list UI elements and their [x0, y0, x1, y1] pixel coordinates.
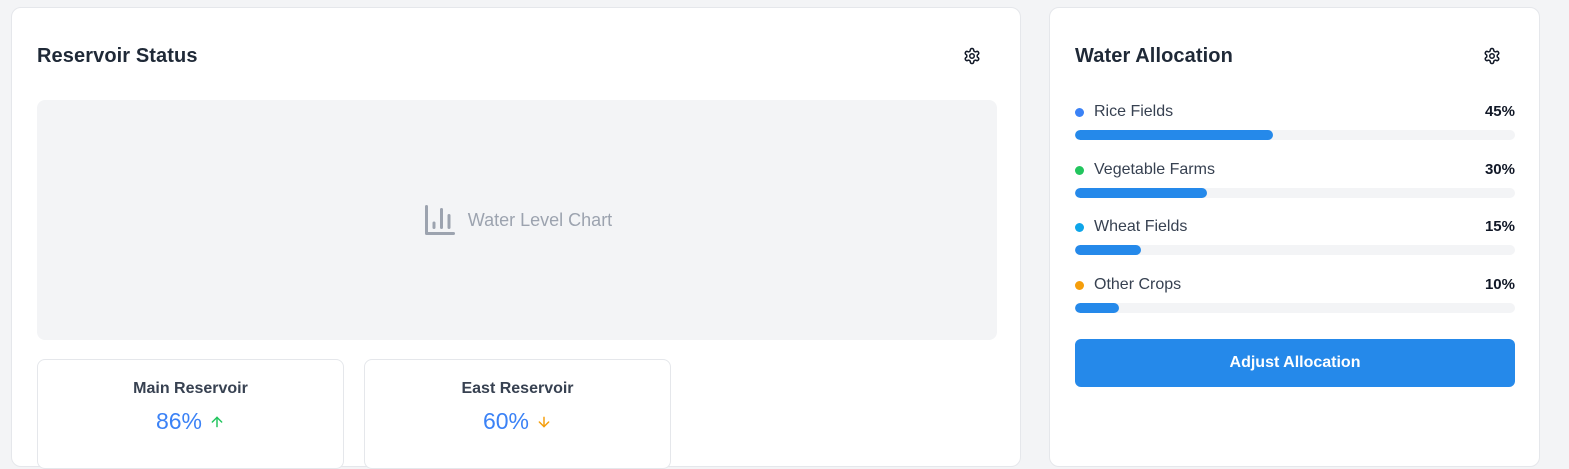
- allocation-item-other-crops: Other Crops 10%: [1075, 276, 1515, 316]
- main-reservoir-stat: Main Reservoir 86%: [37, 359, 344, 469]
- reservoir-status-title: Reservoir Status: [37, 45, 198, 67]
- allocation-name: Rice Fields: [1094, 103, 1174, 120]
- stat-label: Main Reservoir: [133, 380, 248, 397]
- allocation-name: Wheat Fields: [1094, 218, 1188, 235]
- allocation-percent: 15%: [1484, 218, 1515, 235]
- adjust-allocation-button[interactable]: Adjust Allocation: [1075, 339, 1515, 387]
- allocation-item-rice-fields: Rice Fields 45%: [1075, 103, 1515, 143]
- chart-placeholder-label: Water Level Chart: [467, 209, 613, 230]
- reservoir-status-card: Reservoir Status Water Level Chart Main …: [11, 7, 1021, 469]
- allocation-name: Vegetable Farms: [1094, 161, 1215, 178]
- allocation-progress-fill: [1075, 130, 1273, 140]
- stat-value: 86%: [155, 408, 203, 434]
- allocation-item-wheat-fields: Wheat Fields 15%: [1075, 218, 1515, 258]
- allocation-percent: 10%: [1484, 276, 1515, 293]
- allocation-progress-track: [1075, 245, 1515, 255]
- gear-icon[interactable]: [1482, 46, 1502, 66]
- allocation-progress-track: [1075, 188, 1515, 198]
- allocation-progress-fill: [1075, 245, 1141, 255]
- east-reservoir-stat: East Reservoir 60%: [364, 359, 671, 469]
- arrow-down-icon: [536, 414, 552, 430]
- stat-label: East Reservoir: [461, 380, 574, 397]
- gear-icon[interactable]: [962, 46, 982, 66]
- allocation-percent: 45%: [1484, 103, 1515, 120]
- allocation-percent: 30%: [1484, 161, 1515, 178]
- allocation-progress-track: [1075, 303, 1515, 313]
- water-allocation-card: Water Allocation Rice Fields 45% Vegetab…: [1049, 7, 1540, 467]
- status-dot: [1075, 108, 1084, 117]
- water-allocation-title: Water Allocation: [1075, 45, 1233, 67]
- status-dot: [1075, 166, 1084, 175]
- status-dot: [1075, 223, 1084, 232]
- bar-chart-icon: [422, 202, 458, 238]
- allocation-name: Other Crops: [1094, 276, 1182, 293]
- allocation-item-vegetable-farms: Vegetable Farms 30%: [1075, 161, 1515, 201]
- allocation-progress-fill: [1075, 188, 1207, 198]
- allocation-progress-fill: [1075, 303, 1119, 313]
- status-dot: [1075, 281, 1084, 290]
- water-level-chart-placeholder: Water Level Chart: [37, 100, 997, 340]
- allocation-progress-track: [1075, 130, 1515, 140]
- arrow-up-icon: [209, 414, 225, 430]
- stat-value: 60%: [482, 408, 530, 434]
